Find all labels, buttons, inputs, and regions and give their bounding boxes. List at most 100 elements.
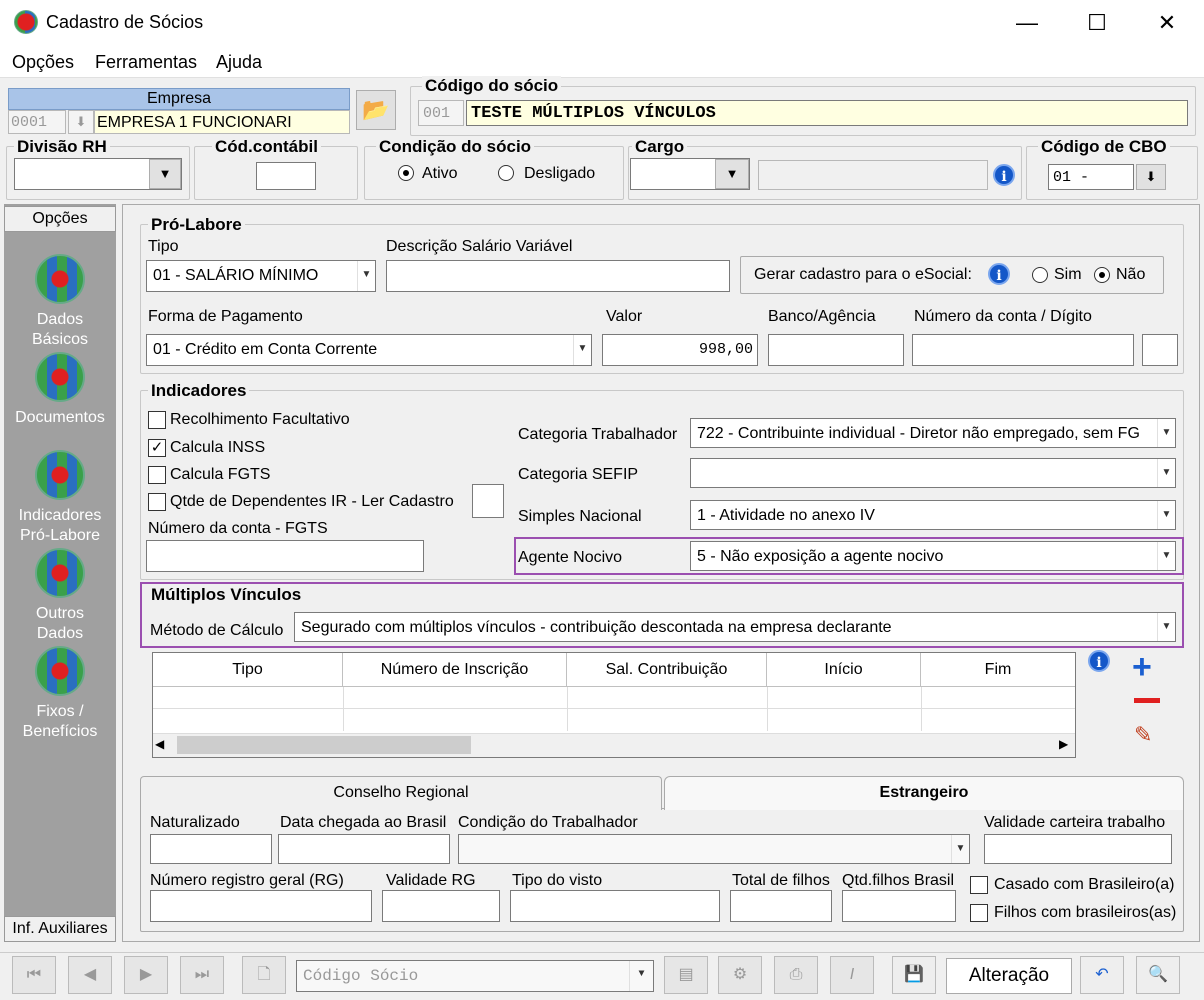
cargo-select[interactable]: ▼ <box>630 158 750 190</box>
sidebar-item-indicadores[interactable]: Indicadores Pró-Labore <box>4 450 116 546</box>
condicao-label: Condição do sócio <box>376 137 535 157</box>
edit-icon[interactable]: ✎ <box>1134 722 1152 748</box>
cat-sefip-select[interactable]: ▼ <box>690 458 1176 488</box>
inss-checkbox[interactable]: ✓ <box>148 439 166 457</box>
cbo-input[interactable]: 01 - <box>1048 164 1134 190</box>
contabil-label: Cód.contábil <box>212 137 321 157</box>
remove-icon[interactable] <box>1134 698 1160 703</box>
new-document-icon[interactable]: 🗋 <box>242 956 286 994</box>
tab-estrangeiro[interactable]: Estrangeiro <box>664 776 1184 810</box>
save-icon[interactable]: 💾 <box>892 956 936 994</box>
cbo-lookup-icon[interactable]: ⬇ <box>1136 164 1166 190</box>
binoculars-icon[interactable]: 🔍 <box>1136 956 1180 994</box>
divisao-select[interactable]: ▼ <box>14 158 182 190</box>
vinculos-table[interactable]: Tipo Número de Inscrição Sal. Contribuiç… <box>152 652 1076 758</box>
italic-icon[interactable]: I <box>830 956 874 994</box>
menu-ferramentas[interactable]: Ferramentas <box>95 52 197 73</box>
tab-conselho[interactable]: Conselho Regional <box>140 776 662 810</box>
simples-select[interactable]: 1 - Atividade no anexo IV ▼ <box>690 500 1176 530</box>
recolhimento-checkbox[interactable] <box>148 411 166 429</box>
validade-rg-input[interactable] <box>382 890 500 922</box>
settings-icon[interactable]: ⚙ <box>718 956 762 994</box>
desligado-label: Desligado <box>524 165 596 182</box>
report-icon[interactable]: ▤ <box>664 956 708 994</box>
cargo-info-icon[interactable]: i <box>993 164 1015 186</box>
close-button[interactable]: ✕ <box>1150 8 1184 38</box>
socio-code[interactable]: 001 <box>418 100 464 126</box>
last-record-icon[interactable]: ⏭ <box>180 956 224 994</box>
scroll-thumb[interactable] <box>177 736 471 754</box>
first-record-icon[interactable]: ⏮ <box>12 956 56 994</box>
col-tipo[interactable]: Tipo <box>153 653 343 687</box>
divisao-label: Divisão RH <box>14 137 110 157</box>
agente-select[interactable]: 5 - Não exposição a agente nocivo ▼ <box>690 541 1176 571</box>
sidebar-item-dados-basicos[interactable]: Dados Básicos <box>4 254 116 350</box>
next-record-icon[interactable]: ▶ <box>124 956 168 994</box>
socio-name-input[interactable]: TESTE MÚLTIPLOS VÍNCULOS <box>466 100 1188 126</box>
open-folder-button[interactable]: 📂 <box>356 90 396 130</box>
naturalizado-label: Naturalizado <box>150 814 240 831</box>
scroll-left-icon[interactable]: ◀ <box>155 737 164 751</box>
fgts-checkbox[interactable] <box>148 466 166 484</box>
print-icon[interactable]: ⎙ <box>774 956 818 994</box>
empresa-name: EMPRESA 1 FUNCIONARI <box>94 110 350 134</box>
valor-input[interactable]: 998,00 <box>602 334 758 366</box>
sidebar-inf-auxiliares[interactable]: Inf. Auxiliares <box>4 916 116 942</box>
desc-salario-input[interactable] <box>386 260 730 292</box>
sidebar-item-fixos-beneficios[interactable]: Fixos / Benefícios <box>4 646 116 742</box>
validade-ct-input[interactable] <box>984 834 1172 864</box>
dependentes-input[interactable] <box>472 484 504 518</box>
banco-input[interactable] <box>768 334 904 366</box>
col-divider <box>921 687 922 731</box>
tipo-select[interactable]: 01 - SALÁRIO MÍNIMO ▼ <box>146 260 376 292</box>
filhos-input[interactable] <box>730 890 832 922</box>
horizontal-scrollbar[interactable]: ◀ ▶ <box>153 733 1075 757</box>
esocial-sim-radio[interactable] <box>1032 267 1048 283</box>
undo-icon[interactable]: ↶ <box>1080 956 1124 994</box>
empresa-code[interactable]: 0001 <box>8 110 66 134</box>
conta-input[interactable] <box>912 334 1134 366</box>
scroll-right-icon[interactable]: ▶ <box>1059 737 1068 751</box>
chegada-label: Data chegada ao Brasil <box>280 814 447 831</box>
naturalizado-input[interactable] <box>150 834 272 864</box>
casado-checkbox[interactable] <box>970 876 988 894</box>
search-select[interactable]: Código Sócio ▼ <box>296 960 654 992</box>
chegada-input[interactable] <box>278 834 450 864</box>
forma-select[interactable]: 01 - Crédito em Conta Corrente ▼ <box>146 334 592 366</box>
metodo-select[interactable]: Segurado com múltiplos vínculos - contri… <box>294 612 1176 642</box>
cat-trab-select[interactable]: 722 - Contribuinte individual - Diretor … <box>690 418 1176 448</box>
contabil-input[interactable] <box>256 162 316 190</box>
condicao-trab-select[interactable]: ▼ <box>458 834 970 864</box>
filhos-com-checkbox[interactable] <box>970 904 988 922</box>
col-inicio[interactable]: Início <box>767 653 921 687</box>
digito-input[interactable] <box>1142 334 1178 366</box>
contafgts-input[interactable] <box>146 540 424 572</box>
dependentes-checkbox[interactable] <box>148 493 166 511</box>
inss-label: Calcula INSS <box>170 439 266 456</box>
col-fim[interactable]: Fim <box>921 653 1075 687</box>
ativo-radio[interactable] <box>398 165 414 181</box>
col-sal-contribuicao[interactable]: Sal. Contribuição <box>567 653 767 687</box>
rg-input[interactable] <box>150 890 372 922</box>
sidebar-item-outros-dados[interactable]: Outros Dados <box>4 548 116 644</box>
contafgts-label: Número da conta - FGTS <box>148 520 328 537</box>
cargo-label: Cargo <box>632 137 688 157</box>
esocial-info-icon[interactable]: i <box>988 263 1010 285</box>
forma-label: Forma de Pagamento <box>148 308 303 325</box>
prev-record-icon[interactable]: ◀ <box>68 956 112 994</box>
vinculos-info-icon[interactable]: i <box>1088 650 1110 672</box>
desligado-radio[interactable] <box>498 165 514 181</box>
add-icon[interactable]: + <box>1132 650 1152 684</box>
table-row[interactable] <box>153 687 1075 709</box>
minimize-button[interactable]: — <box>1010 8 1044 38</box>
cat-trab-label: Categoria Trabalhador <box>518 426 678 443</box>
menu-opcoes[interactable]: Opções <box>12 52 74 73</box>
visto-input[interactable] <box>510 890 720 922</box>
sidebar-item-documentos[interactable]: Documentos <box>4 352 116 428</box>
menu-ajuda[interactable]: Ajuda <box>216 52 262 73</box>
empresa-lookup-icon[interactable]: ⬇ <box>68 110 94 134</box>
filhos-br-input[interactable] <box>842 890 956 922</box>
col-inscricao[interactable]: Número de Inscrição <box>343 653 567 687</box>
esocial-nao-radio[interactable] <box>1094 267 1110 283</box>
maximize-button[interactable]: ☐ <box>1080 8 1114 38</box>
